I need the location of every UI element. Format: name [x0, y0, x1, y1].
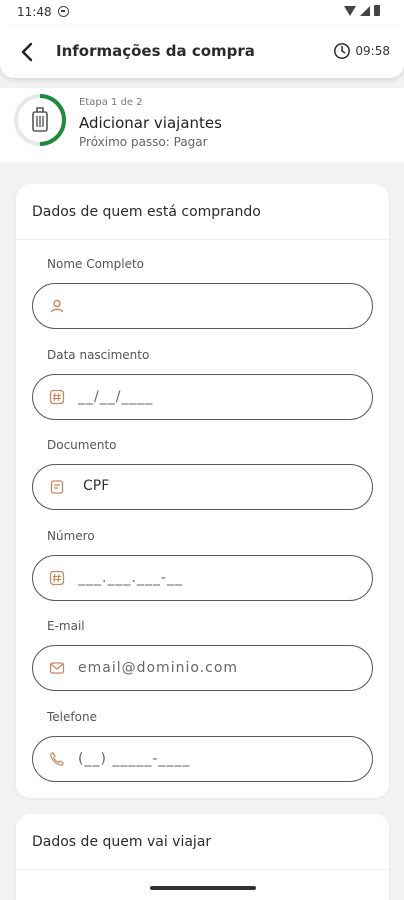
back-button[interactable]: [16, 40, 40, 64]
document-label: Documento: [47, 438, 117, 452]
full-name-label: Nome Completo: [47, 257, 144, 271]
buyer-card: Dados de quem está comprando Nome Comple…: [16, 184, 389, 798]
buyer-section-title: Dados de quem está comprando: [16, 184, 389, 240]
system-icons: [344, 5, 380, 16]
status-time: 11:48: [17, 5, 52, 19]
arrow-back-icon: [21, 42, 33, 62]
signal-icon: [360, 5, 370, 16]
phone-field[interactable]: [32, 736, 373, 782]
person-icon: [49, 298, 65, 314]
wifi-icon: [344, 5, 356, 16]
mail-icon: [49, 660, 65, 676]
page-title: Informações da compra: [56, 42, 255, 60]
email-field[interactable]: [32, 645, 373, 691]
birth-date-input[interactable]: [78, 386, 358, 408]
status-bar: 11:48: [0, 0, 404, 26]
email-label: E-mail: [47, 619, 85, 633]
luggage-icon: [32, 107, 48, 132]
step-label: Etapa 1 de 2: [79, 97, 143, 108]
battery-icon: [374, 5, 380, 16]
app-bar: Informações da compra 09:58: [0, 26, 404, 78]
full-name-input[interactable]: [78, 295, 358, 317]
document-type-value: CPF: [83, 478, 110, 494]
phone-label: Telefone: [47, 710, 97, 724]
number-field[interactable]: [32, 555, 373, 601]
birth-date-label: Data nascimento: [47, 348, 150, 362]
step-progress-ring: [14, 94, 66, 146]
number-label: Número: [47, 529, 95, 543]
document-select[interactable]: CPF: [32, 464, 373, 510]
document-icon: [49, 479, 65, 495]
traveler-section-title: Dados de quem vai viajar: [16, 814, 389, 870]
step-title: Adicionar viajantes: [79, 114, 222, 132]
phone-icon: [49, 751, 65, 767]
next-step-label: Próximo passo: Pagar: [79, 135, 208, 149]
timer-value: 09:58: [355, 44, 390, 58]
phone-input[interactable]: [78, 748, 358, 770]
hash-icon: [49, 570, 65, 586]
number-input[interactable]: [78, 567, 358, 589]
progress-section: Etapa 1 de 2 Adicionar viajantes Próximo…: [0, 88, 404, 162]
home-indicator[interactable]: [150, 886, 256, 890]
session-timer: 09:58: [333, 42, 390, 60]
email-input[interactable]: [78, 657, 358, 679]
hash-icon: [49, 389, 65, 405]
full-name-field[interactable]: [32, 283, 373, 329]
do-not-disturb-icon: [58, 6, 69, 17]
clock-icon: [334, 43, 351, 59]
birth-date-field[interactable]: [32, 374, 373, 420]
